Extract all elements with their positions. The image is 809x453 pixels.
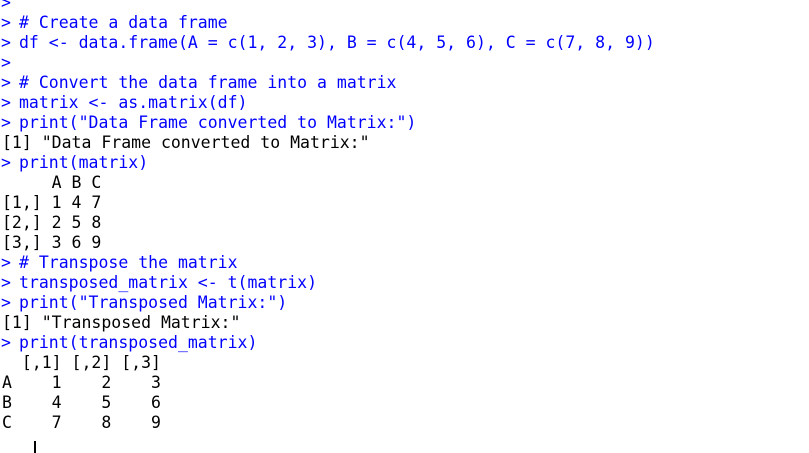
prompt-symbol: >: [1, 53, 11, 72]
console-input-line: > # Transpose the matrix: [0, 253, 809, 273]
console-input-line: >: [0, 53, 809, 73]
text-cursor: [34, 441, 36, 453]
console-output-line: [1,] 1 4 7: [0, 193, 809, 213]
prompt-symbol: >: [1, 153, 11, 172]
console-input-line: >: [0, 0, 809, 13]
console-command: print("Data Frame converted to Matrix:"): [19, 113, 417, 132]
console-command: # Transpose the matrix: [19, 253, 238, 272]
console-command: matrix <- as.matrix(df): [19, 93, 248, 112]
prompt-symbol: >: [1, 113, 11, 132]
console-output-line: C 7 8 9: [0, 413, 809, 433]
console-output-line: [2,] 2 5 8: [0, 213, 809, 233]
console-input-line: > matrix <- as.matrix(df): [0, 93, 809, 113]
console-command: print(transposed_matrix): [19, 333, 258, 352]
prompt-symbol: >: [1, 93, 11, 112]
console-output-line: [1] "Data Frame converted to Matrix:": [0, 133, 809, 153]
console-output: B 4 5 6: [2, 393, 161, 412]
prompt-symbol: >: [1, 13, 11, 32]
console-output: [3,] 3 6 9: [2, 233, 102, 252]
prompt-symbol: >: [1, 33, 11, 52]
console-output: [1,] 1 4 7: [2, 193, 102, 212]
console-output: A 1 2 3: [2, 373, 161, 392]
console-output: [1] "Transposed Matrix:": [2, 313, 241, 332]
console-output-line: A 1 2 3: [0, 373, 809, 393]
console-input-line: > print(matrix): [0, 153, 809, 173]
console-command: # Create a data frame: [19, 13, 228, 32]
prompt-symbol: >: [1, 333, 11, 352]
prompt-symbol: >: [1, 0, 11, 12]
console-input-line: > df <- data.frame(A = c(1, 2, 3), B = c(…: [0, 33, 809, 53]
console-command: print("Transposed Matrix:"): [19, 293, 288, 312]
console-input-line: > # Create a data frame: [0, 13, 809, 33]
console-output: C 7 8 9: [2, 413, 161, 432]
console-command: df <- data.frame(A = c(1, 2, 3), B = c(4…: [19, 33, 655, 52]
console-input-line: > print(transposed_matrix): [0, 333, 809, 353]
console-input-line: > print("Data Frame converted to Matrix:"…: [0, 113, 809, 133]
console-command: # Convert the data frame into a matrix: [19, 73, 397, 92]
console-input-line: > # Convert the data frame into a matrix: [0, 73, 809, 93]
prompt-symbol: >: [1, 293, 11, 312]
console-output: [2,] 2 5 8: [2, 213, 102, 232]
console-input-line: > print("Transposed Matrix:"): [0, 293, 809, 313]
console-output: [,1] [,2] [,3]: [2, 353, 161, 372]
console-output-line: B 4 5 6: [0, 393, 809, 413]
console-output: [1] "Data Frame converted to Matrix:": [2, 133, 370, 152]
prompt-symbol: >: [1, 73, 11, 92]
console-output-line: [1] "Transposed Matrix:": [0, 313, 809, 333]
console-output-line: A B C: [0, 173, 809, 193]
console-command: print(matrix): [19, 153, 149, 172]
prompt-symbol: >: [1, 253, 11, 272]
console-output: A B C: [2, 173, 102, 192]
prompt-symbol: >: [1, 273, 11, 292]
console-output-line: [,1] [,2] [,3]: [0, 353, 809, 373]
console-active-prompt[interactable]: [0, 433, 809, 453]
console-output-line: [3,] 3 6 9: [0, 233, 809, 253]
r-console[interactable]: > > # Create a data frame > df <- data.frame…: [0, 0, 809, 453]
console-command: transposed_matrix <- t(matrix): [19, 273, 318, 292]
console-input-line: > transposed_matrix <- t(matrix): [0, 273, 809, 293]
